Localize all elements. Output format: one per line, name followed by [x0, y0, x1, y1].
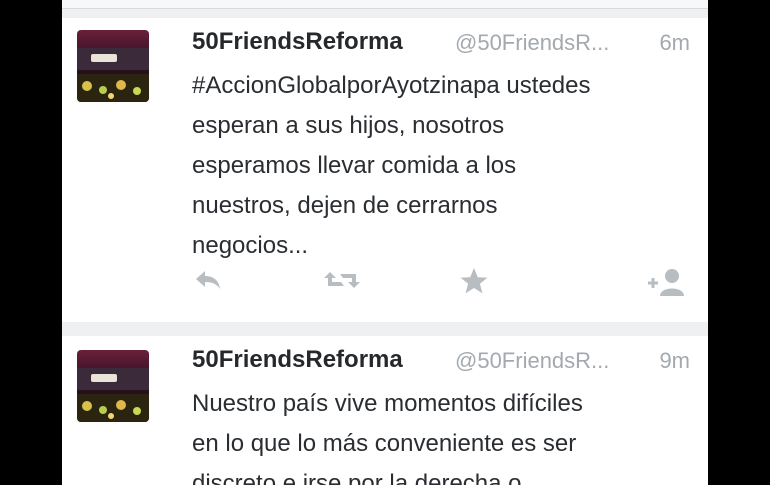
tweet-text-line: en lo que lo más conveniente es ser — [192, 430, 577, 457]
tweet-text-line: discreto e irse por la derecha o — [192, 470, 522, 485]
retweet-button[interactable] — [322, 266, 362, 300]
tweet-header: 50FriendsReforma @50FriendsR... 6m — [192, 28, 698, 62]
follow-icon — [648, 269, 684, 296]
timeline: 50FriendsReforma @50FriendsR... 6m #Acci… — [62, 0, 708, 485]
tweet-text-line: Nuestro país vive momentos difíciles — [192, 390, 583, 417]
avatar[interactable] — [77, 30, 149, 102]
avatar[interactable] — [77, 350, 149, 422]
previous-tweet-edge — [62, 0, 708, 9]
tweet-actions — [192, 266, 702, 300]
tweet-text-line: esperamos llevar comida a los — [192, 152, 517, 179]
star-icon — [460, 268, 488, 294]
tweet-text-line: esperan a sus hijos, nosotros — [192, 112, 505, 139]
tweet-header: 50FriendsReforma @50FriendsR... 9m — [192, 346, 698, 380]
tweet-text-line: negocios... — [192, 232, 309, 259]
user-handle[interactable]: @50FriendsR... — [455, 348, 609, 374]
tweet-text-line: nuestros, dejen de cerrarnos — [192, 192, 498, 219]
timestamp[interactable]: 6m — [659, 30, 690, 56]
display-name[interactable]: 50FriendsReforma — [192, 346, 403, 374]
follow-button[interactable] — [646, 266, 686, 300]
tweet-text: Nuestro país vive momentos difíciles en … — [192, 384, 702, 485]
tweet-card[interactable]: 50FriendsReforma @50FriendsR... 6m #Acci… — [62, 18, 708, 322]
timestamp[interactable]: 9m — [659, 348, 690, 374]
tweet-card[interactable]: 50FriendsReforma @50FriendsR... 9m Nuest… — [62, 336, 708, 485]
tweet-text: #AccionGlobalporAyotzinapa ustedes esper… — [192, 66, 702, 266]
favorite-button[interactable] — [458, 266, 498, 300]
display-name[interactable]: 50FriendsReforma — [192, 28, 403, 56]
reply-icon — [196, 271, 220, 289]
user-handle[interactable]: @50FriendsR... — [455, 30, 609, 56]
tweet-text-line: #AccionGlobalporAyotzinapa ustedes — [192, 72, 591, 99]
retweet-icon — [324, 272, 360, 288]
reply-button[interactable] — [192, 266, 232, 300]
